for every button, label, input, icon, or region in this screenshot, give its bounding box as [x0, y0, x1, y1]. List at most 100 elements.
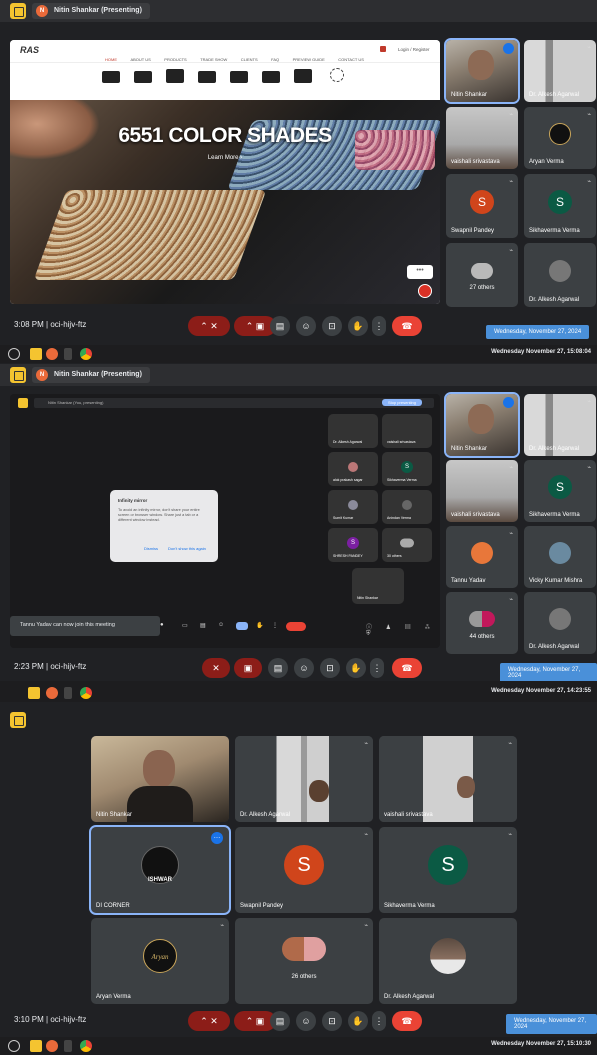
raise-hand-button[interactable]: ✋	[346, 658, 366, 678]
captions-button[interactable]: ▤	[268, 658, 288, 678]
terminal-icon[interactable]	[64, 1040, 72, 1052]
participant-tile[interactable]: Dr. Alkesh Agarwal	[379, 918, 517, 1004]
participant-tile[interactable]: S ⌁ Sikhaverma Verma	[524, 460, 596, 522]
participant-tile[interactable]: ⌁ vaishali srivastava	[446, 107, 518, 169]
participant-tile[interactable]: Nitin Shankar	[91, 736, 229, 822]
app-launcher-icon[interactable]	[10, 367, 26, 383]
terminal-icon[interactable]	[64, 687, 72, 699]
participant-tile[interactable]: S ⌁ Swapnil Pandey	[235, 827, 373, 913]
chrome-icon[interactable]	[80, 687, 92, 699]
category-icon[interactable]	[134, 71, 152, 83]
captions-button[interactable]: ▤	[270, 316, 290, 336]
chat-bubble[interactable]: •••	[407, 265, 433, 279]
emoji-icon: ☺	[301, 1016, 311, 1026]
mic-off-icon: ⌁	[509, 597, 513, 603]
dialog-dismiss-button[interactable]: Dismiss	[144, 546, 158, 551]
more-options-icon[interactable]	[503, 397, 514, 408]
mic-off-icon: ⌁	[508, 741, 512, 747]
others-tile[interactable]: ⌁ 26 others	[235, 918, 373, 1004]
participant-tile[interactable]: Dr. Alkesh Agarwal	[524, 243, 596, 307]
more-options-icon[interactable]: …	[211, 832, 223, 844]
files-icon[interactable]	[30, 348, 42, 360]
hero-headline: 6551 COLOR SHADES	[118, 124, 332, 147]
more-options-button[interactable]: ⋮	[372, 316, 386, 336]
leave-call-button[interactable]: ☎	[392, 1011, 422, 1031]
leave-call-button[interactable]: ☎	[392, 658, 422, 678]
others-tile[interactable]: ⌁ 27 others	[446, 243, 518, 307]
site-login[interactable]: Login / Register	[398, 47, 430, 52]
participant-tile[interactable]: Aryan ⌁ Aryan Verma	[91, 918, 229, 1004]
raise-hand-button[interactable]: ✋	[348, 316, 368, 336]
category-icon[interactable]	[198, 71, 216, 83]
more-options-button[interactable]: ⋮	[372, 1011, 386, 1031]
mic-off-icon: ⌃ ✕	[200, 321, 218, 331]
participant-name: Nitin Shankar	[451, 92, 488, 98]
chrome-icon[interactable]	[80, 348, 92, 360]
participant-tile[interactable]: ⌁ Tannu Yadav	[446, 526, 518, 588]
participant-tile[interactable]: ⌁ vaishali srivastava	[379, 736, 517, 822]
others-tile[interactable]: ⌁ 44 others	[446, 592, 518, 654]
presenting-tab[interactable]: N Nitin Shankar (Presenting)	[32, 367, 150, 383]
site-logo[interactable]: RAS	[20, 45, 39, 55]
category-icon[interactable]	[262, 71, 280, 83]
participant-tile[interactable]: ⌁ Dr. Alkesh Agarwal	[524, 394, 596, 456]
files-icon[interactable]	[30, 1040, 42, 1052]
more-options-icon[interactable]	[503, 43, 514, 54]
globe-icon[interactable]	[330, 68, 344, 82]
whatsapp-icon[interactable]	[418, 284, 432, 298]
present-icon: ⊡	[326, 663, 334, 673]
present-button[interactable]: ⊡	[320, 658, 340, 678]
mic-button[interactable]: ✕	[202, 658, 230, 678]
dialog-dont-show-button[interactable]: Don't show this again	[168, 546, 206, 551]
launcher-icon[interactable]	[8, 1040, 20, 1052]
present-button[interactable]: ⊡	[322, 316, 342, 336]
category-icon[interactable]	[294, 69, 312, 83]
app-icon[interactable]	[46, 687, 58, 699]
terminal-icon[interactable]	[64, 348, 72, 360]
app-icon[interactable]	[46, 348, 58, 360]
participant-tile[interactable]: ISHWAR … DI CORNER	[89, 825, 231, 915]
presenting-tab[interactable]: N Nitin Shankar (Presenting)	[32, 3, 150, 19]
participant-tile[interactable]: ⌁ Dr. Alkesh Agarwal	[524, 40, 596, 102]
participant-video	[235, 736, 373, 822]
category-icon[interactable]	[102, 71, 120, 83]
more-options-button[interactable]: ⋮	[370, 658, 384, 678]
emoji-button[interactable]: ☺	[294, 658, 314, 678]
participant-tile[interactable]: Nitin Shankar	[444, 392, 520, 458]
category-icon[interactable]	[166, 69, 184, 83]
participant-tile[interactable]: S ⌁ Sikhaverma Verma	[524, 174, 596, 238]
participant-name: Sikhaverma Verma	[384, 903, 435, 909]
leave-call-button[interactable]: ☎	[392, 316, 422, 336]
app-launcher-icon[interactable]	[10, 712, 26, 728]
presenting-tab-title: Nitin Shankar (Presenting)	[54, 371, 142, 378]
mic-button[interactable]: ⌃ ✕	[188, 316, 230, 336]
app-icon[interactable]	[46, 1040, 58, 1052]
present-button[interactable]: ⊡	[322, 1011, 342, 1031]
participant-tile[interactable]: S ⌁ Sikhaverma Verma	[379, 827, 517, 913]
app-launcher-icon[interactable]	[10, 3, 26, 19]
chrome-icon[interactable]	[80, 1040, 92, 1052]
participant-tile[interactable]: ⌁ vaishali srivastava	[446, 460, 518, 522]
participant-tile[interactable]: ⌁ Dr. Alkesh Agarwal	[235, 736, 373, 822]
launcher-icon[interactable]	[8, 348, 20, 360]
hero-cta[interactable]: Learn More ›	[10, 155, 440, 161]
participant-tile[interactable]: ⌁ Aryan Verma	[524, 107, 596, 169]
participant-tile[interactable]: Vicky Kumar Mishra	[524, 526, 596, 588]
participant-name: Dr. Alkesh Agarwal	[529, 644, 580, 650]
emoji-button[interactable]: ☺	[296, 1011, 316, 1031]
emoji-button[interactable]: ☺	[296, 316, 316, 336]
participant-tile[interactable]: Dr. Alkesh Agarwal	[524, 592, 596, 654]
os-taskbar: Wednesday November 27, 15:08:04	[0, 345, 597, 363]
raise-hand-button[interactable]: ✋	[348, 1011, 368, 1031]
participant-tile[interactable]: S ⌁ Swapnil Pandey	[446, 174, 518, 238]
category-icon[interactable]	[230, 71, 248, 83]
participant-tile[interactable]: Nitin Shankar	[444, 38, 520, 104]
mic-button[interactable]: ⌃ ✕	[188, 1011, 230, 1031]
camera-button[interactable]: ▣	[234, 658, 262, 678]
participant-name: Aryan Verma	[96, 994, 131, 1000]
infinity-mirror-dialog: Infinity mirror To avoid an infinity mir…	[110, 490, 218, 562]
files-icon[interactable]	[28, 687, 40, 699]
captions-button[interactable]: ▤	[270, 1011, 290, 1031]
stop-presenting-button[interactable]: Stop presenting	[381, 399, 422, 406]
cart-icon[interactable]	[380, 46, 386, 52]
